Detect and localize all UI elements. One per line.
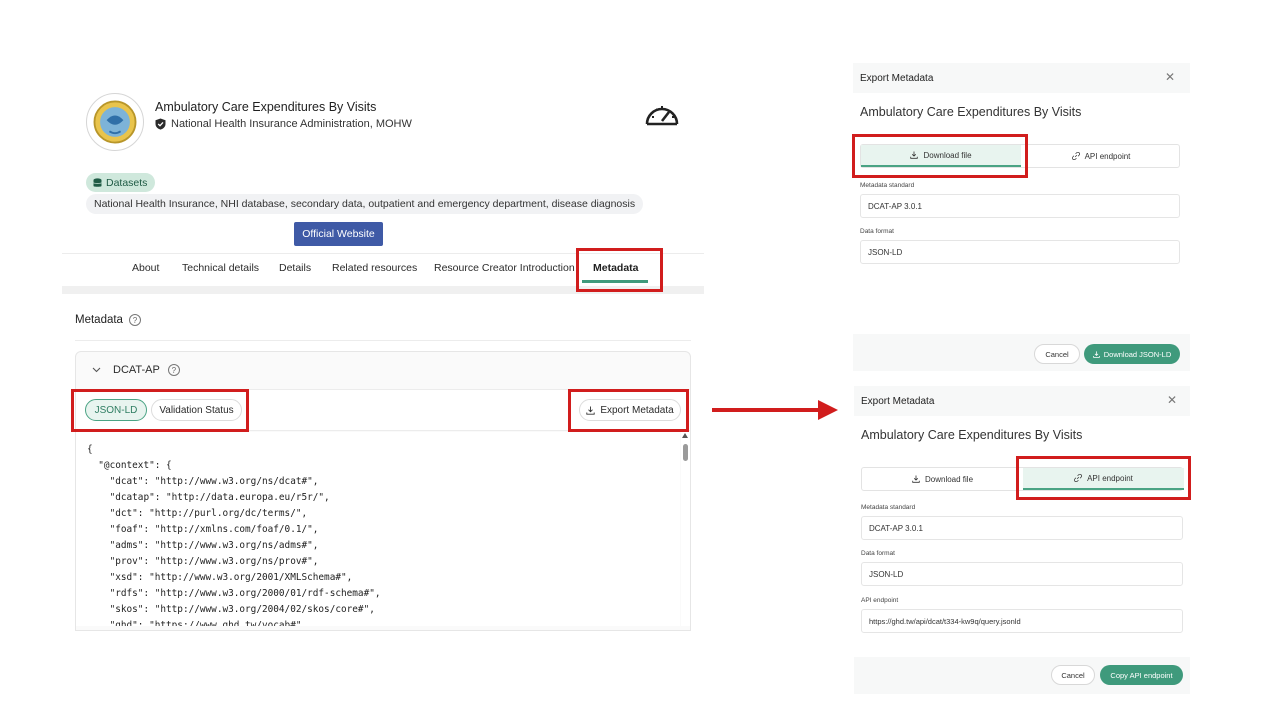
help-icon[interactable]: ? [128, 314, 141, 326]
download-file-tab[interactable]: Download file [862, 468, 1023, 490]
code-line: "adms": "http://www.w3.org/ns/adms#", [87, 540, 319, 551]
code-line: "@context": { [87, 460, 172, 471]
dialog-dataset-title: Ambulatory Care Expenditures By Visits [860, 105, 1082, 119]
dialog-header-label: Export Metadata [861, 395, 935, 407]
data-format-field[interactable]: JSON-LD [860, 240, 1180, 264]
scrollbar-thumb[interactable] [683, 444, 688, 461]
organization-logo [86, 93, 144, 151]
verified-shield-icon [155, 118, 166, 130]
code-scrollbar[interactable] [681, 432, 690, 626]
data-format-label: Data format [860, 228, 894, 235]
code-line: "dcat": "http://www.w3.org/ns/dcat#", [87, 476, 319, 487]
export-dialog-download: Export Metadata ✕ Ambulatory Care Expend… [853, 63, 1190, 371]
download-json-ld-label: Download JSON-LD [1103, 349, 1172, 359]
copy-api-endpoint-button[interactable]: Copy API endpoint [1100, 665, 1183, 685]
code-line: "dcatap": "http://data.europa.eu/r5r/", [87, 492, 330, 503]
tab-resource-creator[interactable]: Resource Creator Introduction [434, 262, 575, 274]
code-line: "prov": "http://www.w3.org/ns/prov#", [87, 556, 319, 567]
dcat-standard-label: DCAT-AP [113, 364, 160, 376]
gauge-icon[interactable] [644, 100, 680, 132]
download-json-ld-button[interactable]: Download JSON-LD [1084, 344, 1180, 364]
json-ld-code-block: { "@context": { "dcat": "http://www.w3.o… [76, 432, 680, 626]
category-badge[interactable]: Datasets [86, 173, 156, 192]
dcat-accordion-header[interactable]: DCAT-AP ? [92, 364, 180, 376]
code-line: "xsd": "http://www.w3.org/2001/XMLSchema… [87, 572, 353, 583]
download-icon [912, 475, 920, 483]
export-dialog-api: Export Metadata ✕ Ambulatory Care Expend… [854, 386, 1190, 694]
code-line: "foaf": "http://xmlns.com/foaf/0.1/", [87, 524, 319, 535]
dialog-header: Export Metadata [853, 63, 1190, 93]
dialog-header-label: Export Metadata [860, 72, 934, 84]
cancel-button[interactable]: Cancel [1034, 344, 1080, 364]
code-line: "rdfs": "http://www.w3.org/2000/01/rdf-s… [87, 588, 381, 599]
keywords-tag: National Health Insurance, NHI database,… [86, 194, 644, 214]
highlight-view-tabs [71, 389, 249, 432]
chevron-down-icon[interactable] [92, 367, 101, 373]
metadata-standard-field[interactable]: DCAT-AP 3.0.1 [860, 194, 1180, 218]
close-icon[interactable]: ✕ [1167, 393, 1177, 407]
api-endpoint-label: API endpoint [1084, 151, 1131, 161]
dataset-title: Ambulatory Care Expenditures By Visits [155, 100, 377, 114]
help-icon[interactable]: ? [167, 364, 180, 376]
tab-related-resources[interactable]: Related resources [332, 262, 417, 274]
dialog-dataset-title: Ambulatory Care Expenditures By Visits [861, 428, 1083, 442]
database-icon [93, 177, 102, 187]
api-endpoint-url-field[interactable]: https://ghd.tw/api/dcat/t334-kw9q/query.… [861, 609, 1183, 633]
arrow-head-icon [818, 400, 838, 420]
dialog-header: Export Metadata [854, 386, 1190, 416]
metadata-heading-label: Metadata [75, 314, 123, 326]
cancel-button[interactable]: Cancel [1051, 665, 1095, 685]
api-endpoint-field-label: API endpoint [861, 597, 899, 604]
highlight-download-tab [852, 134, 1028, 178]
scroll-up-icon[interactable] [682, 433, 688, 438]
highlight-metadata-tab [576, 248, 663, 292]
metadata-heading: Metadata ? [75, 314, 141, 326]
metadata-standard-label: Metadata standard [861, 504, 916, 511]
data-format-field[interactable]: JSON-LD [861, 562, 1183, 586]
metadata-standard-field[interactable]: DCAT-AP 3.0.1 [861, 516, 1183, 540]
link-icon [1071, 152, 1080, 160]
download-file-label: Download file [924, 474, 974, 484]
api-endpoint-tab[interactable]: API endpoint [1021, 145, 1181, 167]
code-line: "ghd": "https://www.ghd.tw/vocab#" [87, 620, 302, 626]
code-line: "skos": "http://www.w3.org/2004/02/skos/… [87, 604, 375, 615]
download-icon [1092, 350, 1100, 358]
highlight-export-button [568, 389, 689, 432]
metadata-standard-label: Metadata standard [860, 182, 915, 189]
highlight-api-tab [1016, 456, 1191, 500]
official-website-button[interactable]: Official Website [294, 222, 383, 246]
divider [75, 340, 691, 341]
code-line: "dct": "http://purl.org/dc/terms/", [87, 508, 308, 519]
organization-name: National Health Insurance Administration… [155, 118, 412, 130]
tab-technical-details[interactable]: Technical details [182, 262, 259, 274]
data-format-label: Data format [861, 550, 895, 557]
code-line: { [87, 444, 93, 455]
organization-label: National Health Insurance Administration… [171, 118, 412, 130]
flow-arrow [712, 408, 820, 412]
close-icon[interactable]: ✕ [1165, 70, 1175, 84]
tab-details[interactable]: Details [279, 262, 311, 274]
tab-about[interactable]: About [132, 262, 159, 274]
category-label: Datasets [106, 176, 148, 189]
